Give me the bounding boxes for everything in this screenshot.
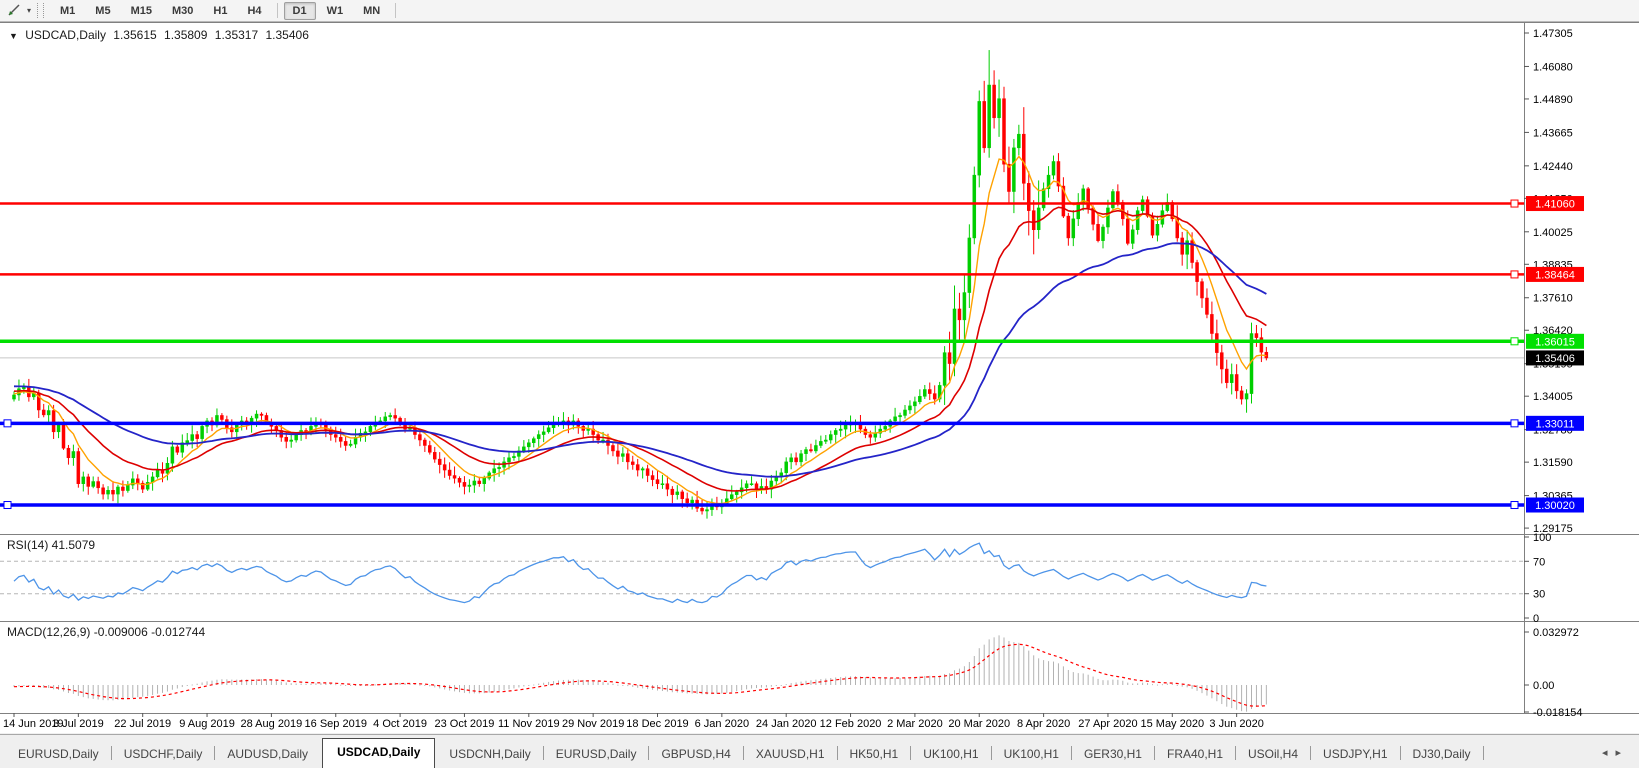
ohlc-low: 1.35317	[215, 28, 258, 42]
svg-text:0.032972: 0.032972	[1533, 627, 1579, 639]
svg-text:1.46080: 1.46080	[1533, 61, 1573, 73]
svg-text:30: 30	[1533, 589, 1545, 601]
svg-text:3 Jul 2019: 3 Jul 2019	[53, 718, 104, 730]
ohlc-close: 1.35406	[266, 28, 309, 42]
svg-text:1.41060: 1.41060	[1535, 199, 1575, 211]
svg-text:1.38464: 1.38464	[1535, 269, 1575, 281]
svg-text:1.42440: 1.42440	[1533, 161, 1573, 173]
svg-text:1.47305: 1.47305	[1533, 28, 1573, 40]
price-level-badge: 1.30020	[1526, 498, 1584, 513]
svg-text:1.35406: 1.35406	[1535, 353, 1575, 365]
chart-title: ▼ USDCAD,Daily 1.35615 1.35809 1.35317 1…	[9, 28, 313, 42]
ohlc-high: 1.35809	[164, 28, 207, 42]
level-handle[interactable]	[1511, 502, 1518, 509]
svg-text:15 May 2020: 15 May 2020	[1140, 718, 1204, 730]
macd-indicator-label: MACD(12,26,9) -0.009006 -0.012744	[7, 625, 205, 639]
price-level-badge: 1.38464	[1526, 267, 1584, 282]
svg-text:100: 100	[1533, 532, 1551, 544]
level-handle[interactable]	[1511, 420, 1518, 427]
level-handle[interactable]	[4, 420, 11, 427]
svg-text:1.33011: 1.33011	[1536, 418, 1575, 430]
svg-text:8 Apr 2020: 8 Apr 2020	[1017, 718, 1070, 730]
level-handle[interactable]	[4, 502, 11, 509]
svg-text:1.43665: 1.43665	[1533, 127, 1573, 139]
svg-text:22 Jul 2019: 22 Jul 2019	[114, 718, 171, 730]
price-level-badge: 1.36015	[1526, 334, 1584, 349]
level-handle[interactable]	[1511, 338, 1518, 345]
svg-text:2 Mar 2020: 2 Mar 2020	[887, 718, 943, 730]
svg-text:3 Jun 2020: 3 Jun 2020	[1209, 718, 1263, 730]
svg-text:0: 0	[1533, 613, 1539, 625]
svg-text:1.36015: 1.36015	[1535, 336, 1575, 348]
svg-text:20 Mar 2020: 20 Mar 2020	[948, 718, 1010, 730]
svg-text:24 Jan 2020: 24 Jan 2020	[756, 718, 817, 730]
svg-text:27 Apr 2020: 27 Apr 2020	[1078, 718, 1137, 730]
svg-text:12 Feb 2020: 12 Feb 2020	[820, 718, 882, 730]
svg-text:1.44890: 1.44890	[1533, 94, 1573, 106]
svg-text:4 Oct 2019: 4 Oct 2019	[373, 718, 427, 730]
level-handle[interactable]	[1511, 200, 1518, 207]
svg-text:0.00: 0.00	[1533, 680, 1554, 692]
svg-text:1.30020: 1.30020	[1535, 500, 1575, 512]
svg-text:11 Nov 2019: 11 Nov 2019	[498, 718, 560, 730]
level-handle[interactable]	[1511, 271, 1518, 278]
price-level-badge: 1.41060	[1526, 196, 1584, 211]
svg-text:-0.018154: -0.018154	[1533, 707, 1583, 719]
svg-text:28 Aug 2019: 28 Aug 2019	[241, 718, 303, 730]
svg-text:23 Oct 2019: 23 Oct 2019	[434, 718, 494, 730]
mt4-chart-window: { "toolbar": { "timeframes": ["M1","M5",…	[0, 0, 1639, 767]
svg-text:1.34005: 1.34005	[1533, 391, 1573, 403]
price-level-badge: 1.33011	[1526, 416, 1584, 431]
price-level-badge: 1.35406	[1526, 350, 1584, 365]
symbol-dropdown-icon[interactable]: ▼	[9, 31, 18, 41]
svg-text:70: 70	[1533, 556, 1545, 568]
svg-text:16 Sep 2019: 16 Sep 2019	[305, 718, 367, 730]
svg-text:1.40025: 1.40025	[1533, 227, 1573, 239]
chart-symbol-label: USDCAD,Daily	[25, 28, 106, 42]
svg-text:9 Aug 2019: 9 Aug 2019	[179, 718, 235, 730]
svg-text:1.31590: 1.31590	[1533, 457, 1573, 469]
svg-text:29 Nov 2019: 29 Nov 2019	[562, 718, 624, 730]
svg-text:18 Dec 2019: 18 Dec 2019	[626, 718, 688, 730]
svg-text:1.37610: 1.37610	[1533, 293, 1573, 305]
chart-canvas[interactable]: 1.473051.460801.448901.436651.424401.412…	[0, 0, 1639, 767]
svg-text:6 Jan 2020: 6 Jan 2020	[695, 718, 749, 730]
ohlc-open: 1.35615	[113, 28, 156, 42]
rsi-indicator-label: RSI(14) 41.5079	[7, 538, 95, 552]
